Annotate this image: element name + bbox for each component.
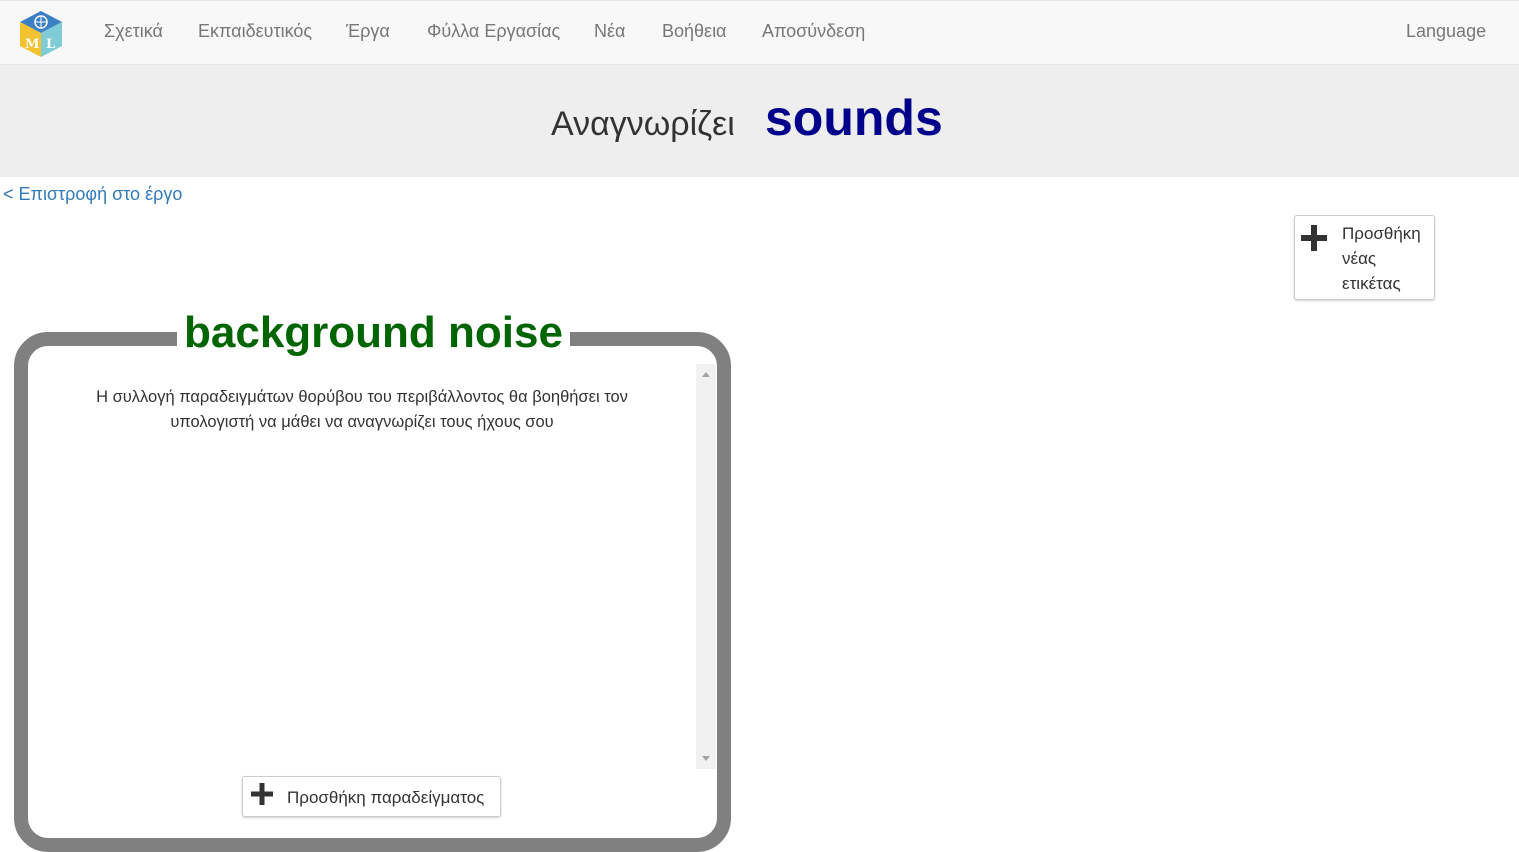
- model-name: sounds: [765, 90, 943, 146]
- plus-icon: [251, 783, 273, 805]
- page-header: Αναγνωρίζει sounds: [0, 65, 1519, 177]
- label-card-title: background noise: [177, 308, 570, 358]
- top-navbar: M L Σχετικά Εκπαιδευτικός Έργα Φύλλα Εργ…: [0, 0, 1519, 65]
- logo-cube-icon: M L: [20, 11, 62, 57]
- scroll-up-arrow-icon[interactable]: [702, 372, 710, 377]
- nav-worksheets[interactable]: Φύλλα Εργασίας: [427, 21, 560, 42]
- add-new-label-text: Προσθήκη νέας ετικέτας: [1342, 224, 1421, 293]
- svg-text:L: L: [46, 37, 55, 52]
- nav-logout[interactable]: Αποσύνδεση: [762, 21, 865, 42]
- nav-about[interactable]: Σχετικά: [104, 21, 163, 42]
- add-example-text: Προσθήκη παραδείγματος: [287, 788, 485, 807]
- add-new-label-button[interactable]: Προσθήκη νέας ετικέτας: [1294, 215, 1435, 300]
- nav-projects[interactable]: Έργα: [346, 21, 390, 42]
- svg-text:M: M: [25, 37, 39, 52]
- back-to-project-link[interactable]: < Επιστροφή στο έργο: [3, 184, 182, 205]
- language-menu[interactable]: Language: [1406, 21, 1486, 42]
- page-title-prefix: Αναγνωρίζει: [551, 105, 735, 143]
- plus-icon: [1301, 225, 1327, 251]
- label-card-scrollbar[interactable]: [696, 364, 716, 769]
- ml-logo[interactable]: M L: [18, 9, 64, 59]
- label-card-help-text: Η συλλογή παραδειγμάτων θορύβου του περι…: [96, 388, 628, 431]
- nav-news[interactable]: Νέα: [594, 21, 625, 42]
- scroll-down-arrow-icon[interactable]: [702, 756, 710, 761]
- nav-help[interactable]: Βοήθεια: [662, 21, 726, 42]
- nav-teacher[interactable]: Εκπαιδευτικός: [198, 21, 312, 42]
- add-example-button[interactable]: Προσθήκη παραδείγματος: [242, 776, 501, 817]
